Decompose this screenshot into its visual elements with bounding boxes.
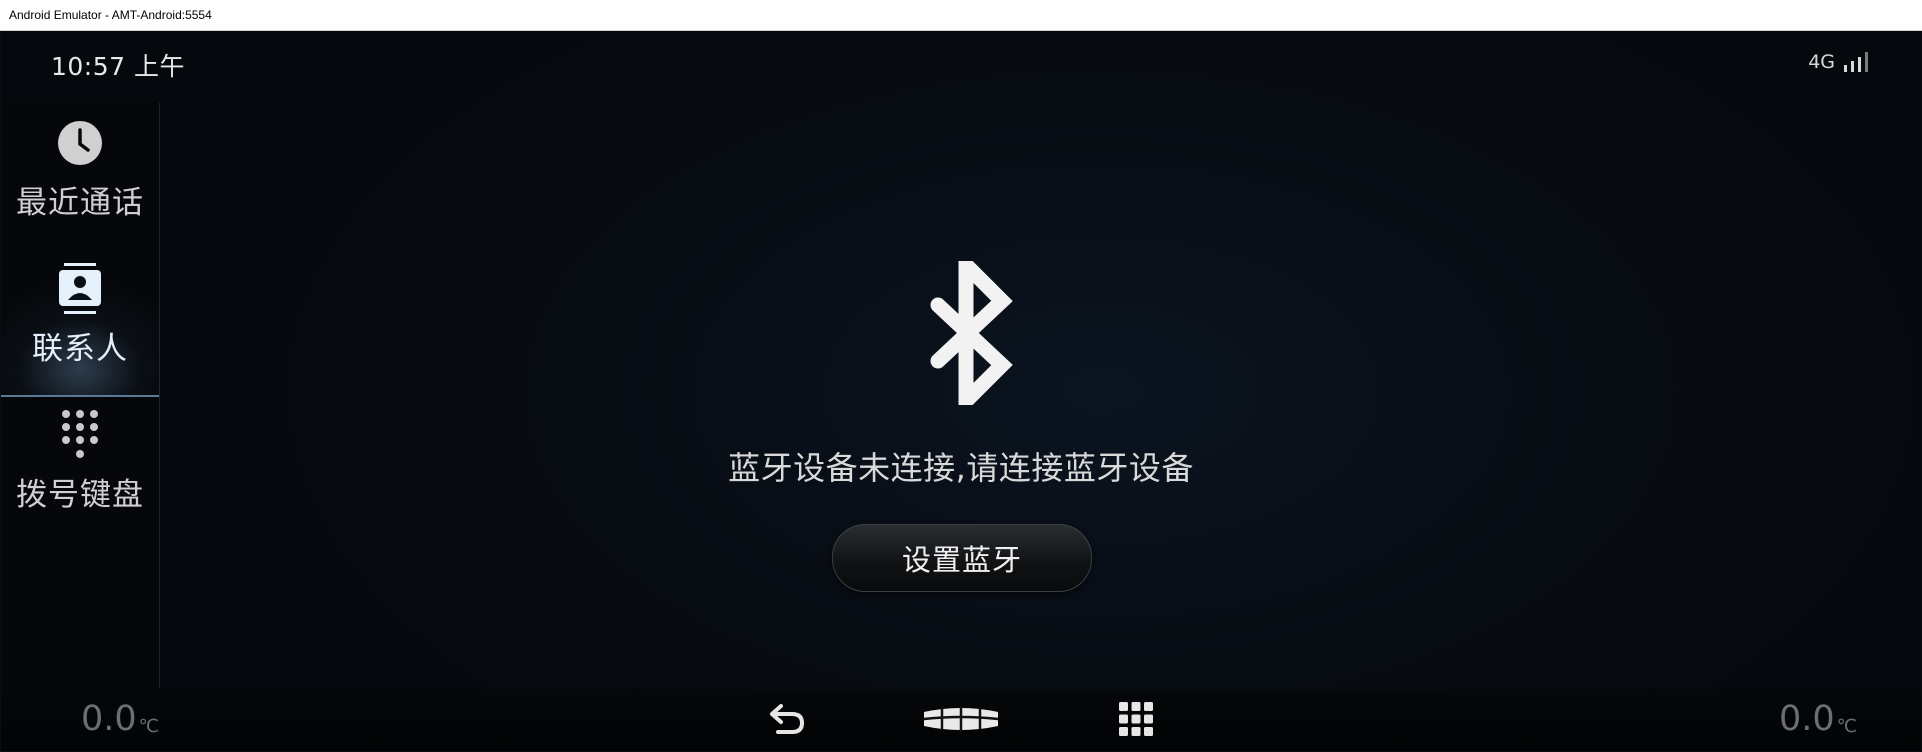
sidebar-item-contacts[interactable]: 联系人 [1, 249, 159, 397]
status-indicators: 4G [1808, 51, 1869, 73]
home-button[interactable] [919, 699, 1003, 739]
apps-button[interactable] [1113, 699, 1159, 739]
network-type: 4G [1808, 51, 1835, 73]
clock-icon [58, 121, 102, 165]
bluetooth-status-message: 蓝牙设备未连接,请连接蓝牙设备 [728, 449, 1194, 487]
sidebar: 最近通话 联系人 拨号键盘 [1, 103, 160, 688]
temperature-unit: ℃ [138, 716, 159, 737]
device-screen: 蓝牙设备未连接,请连接蓝牙设备 设置蓝牙 10:57 上午 4G 最近通话 联系… [1, 31, 1921, 751]
contacts-icon [59, 263, 101, 314]
setup-bluetooth-button[interactable]: 设置蓝牙 [832, 524, 1092, 592]
temperature-left[interactable]: 0.0 ℃ [81, 699, 159, 739]
sidebar-item-recent-calls[interactable]: 最近通话 [1, 103, 159, 249]
temperature-right-value: 0.0 [1779, 699, 1835, 739]
temperature-left-value: 0.0 [81, 699, 137, 739]
sidebar-item-label: 拨号键盘 [16, 477, 144, 513]
window-title: Android Emulator - AMT-Android:5554 [9, 8, 212, 22]
sidebar-item-dialpad[interactable]: 拨号键盘 [1, 395, 159, 541]
main-content: 蓝牙设备未连接,请连接蓝牙设备 设置蓝牙 [1, 31, 1921, 751]
back-icon [770, 704, 805, 734]
temperature-unit: ℃ [1836, 716, 1857, 737]
emulator-title-bar: Android Emulator - AMT-Android:5554 [0, 0, 1922, 31]
home-logo-icon [923, 706, 999, 732]
temperature-right[interactable]: 0.0 ℃ [1779, 699, 1857, 739]
app-grid-icon [1119, 702, 1153, 736]
bluetooth-icon [930, 261, 1013, 405]
sidebar-item-label: 联系人 [32, 331, 128, 367]
status-time: 10:57 上午 [51, 52, 185, 81]
signal-bars-icon [1844, 52, 1868, 72]
sidebar-item-label: 最近通话 [16, 185, 144, 221]
back-button[interactable] [763, 699, 813, 739]
bottom-bar: 0.0 ℃ 0.0 ℃ [1, 689, 1921, 751]
dialpad-icon [62, 410, 98, 458]
